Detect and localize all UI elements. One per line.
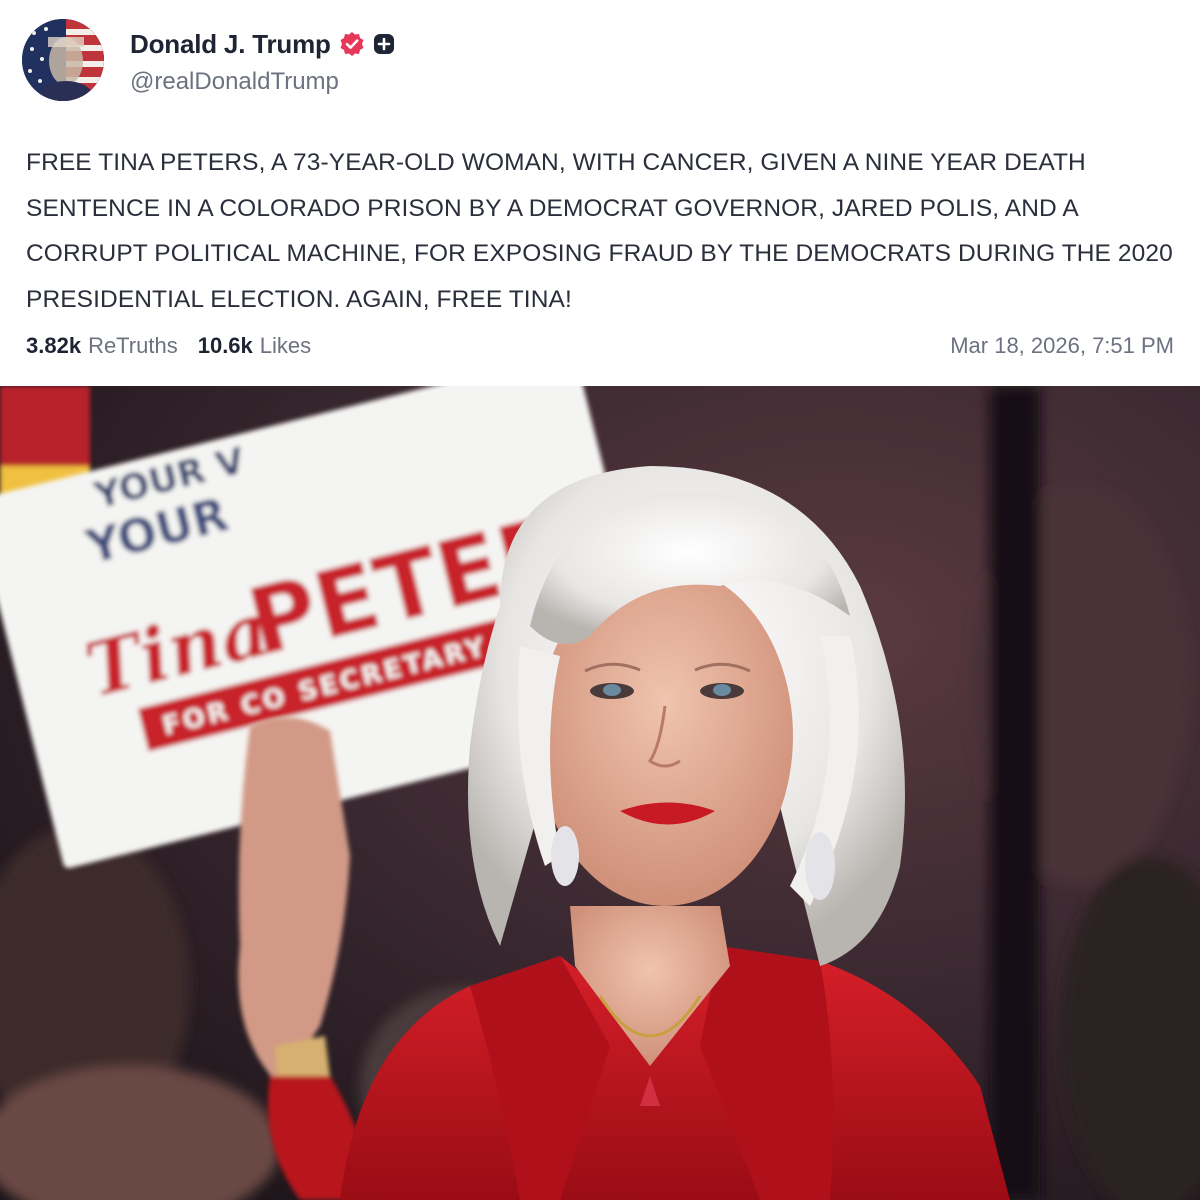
likes-count: 10.6k xyxy=(197,333,253,358)
avatar[interactable] xyxy=(22,19,104,101)
retruths-stat[interactable]: 3.82k ReTruths xyxy=(26,333,178,359)
post-header: Donald J. Trump @realDonaldTrump xyxy=(22,18,1182,102)
stats-row: 3.82k ReTruths 10.6k Likes Mar 18, 2026,… xyxy=(26,328,1174,364)
author-info: Donald J. Trump @realDonaldTrump xyxy=(130,19,395,101)
likes-stat[interactable]: 10.6k Likes xyxy=(198,333,311,359)
retruths-label: ReTruths xyxy=(88,333,178,358)
handle[interactable]: @realDonaldTrump xyxy=(130,68,395,96)
plus-badge-icon xyxy=(373,33,395,55)
photo-illustration: YOUR V YOUR Tina PETERS FOR CO SECRETARY… xyxy=(0,386,1200,1200)
post-timestamp[interactable]: Mar 18, 2026, 7:51 PM xyxy=(950,333,1174,359)
likes-label: Likes xyxy=(259,333,312,358)
post-media-image[interactable]: YOUR V YOUR Tina PETERS FOR CO SECRETARY… xyxy=(0,386,1200,1200)
verified-badge-icon xyxy=(339,31,365,57)
display-name[interactable]: Donald J. Trump xyxy=(130,29,331,60)
post-text: FREE TINA PETERS, A 73-YEAR-OLD WOMAN, W… xyxy=(26,149,1173,313)
avatar-image xyxy=(22,19,104,101)
name-row: Donald J. Trump xyxy=(130,24,395,64)
retruths-count: 3.82k xyxy=(26,333,82,358)
